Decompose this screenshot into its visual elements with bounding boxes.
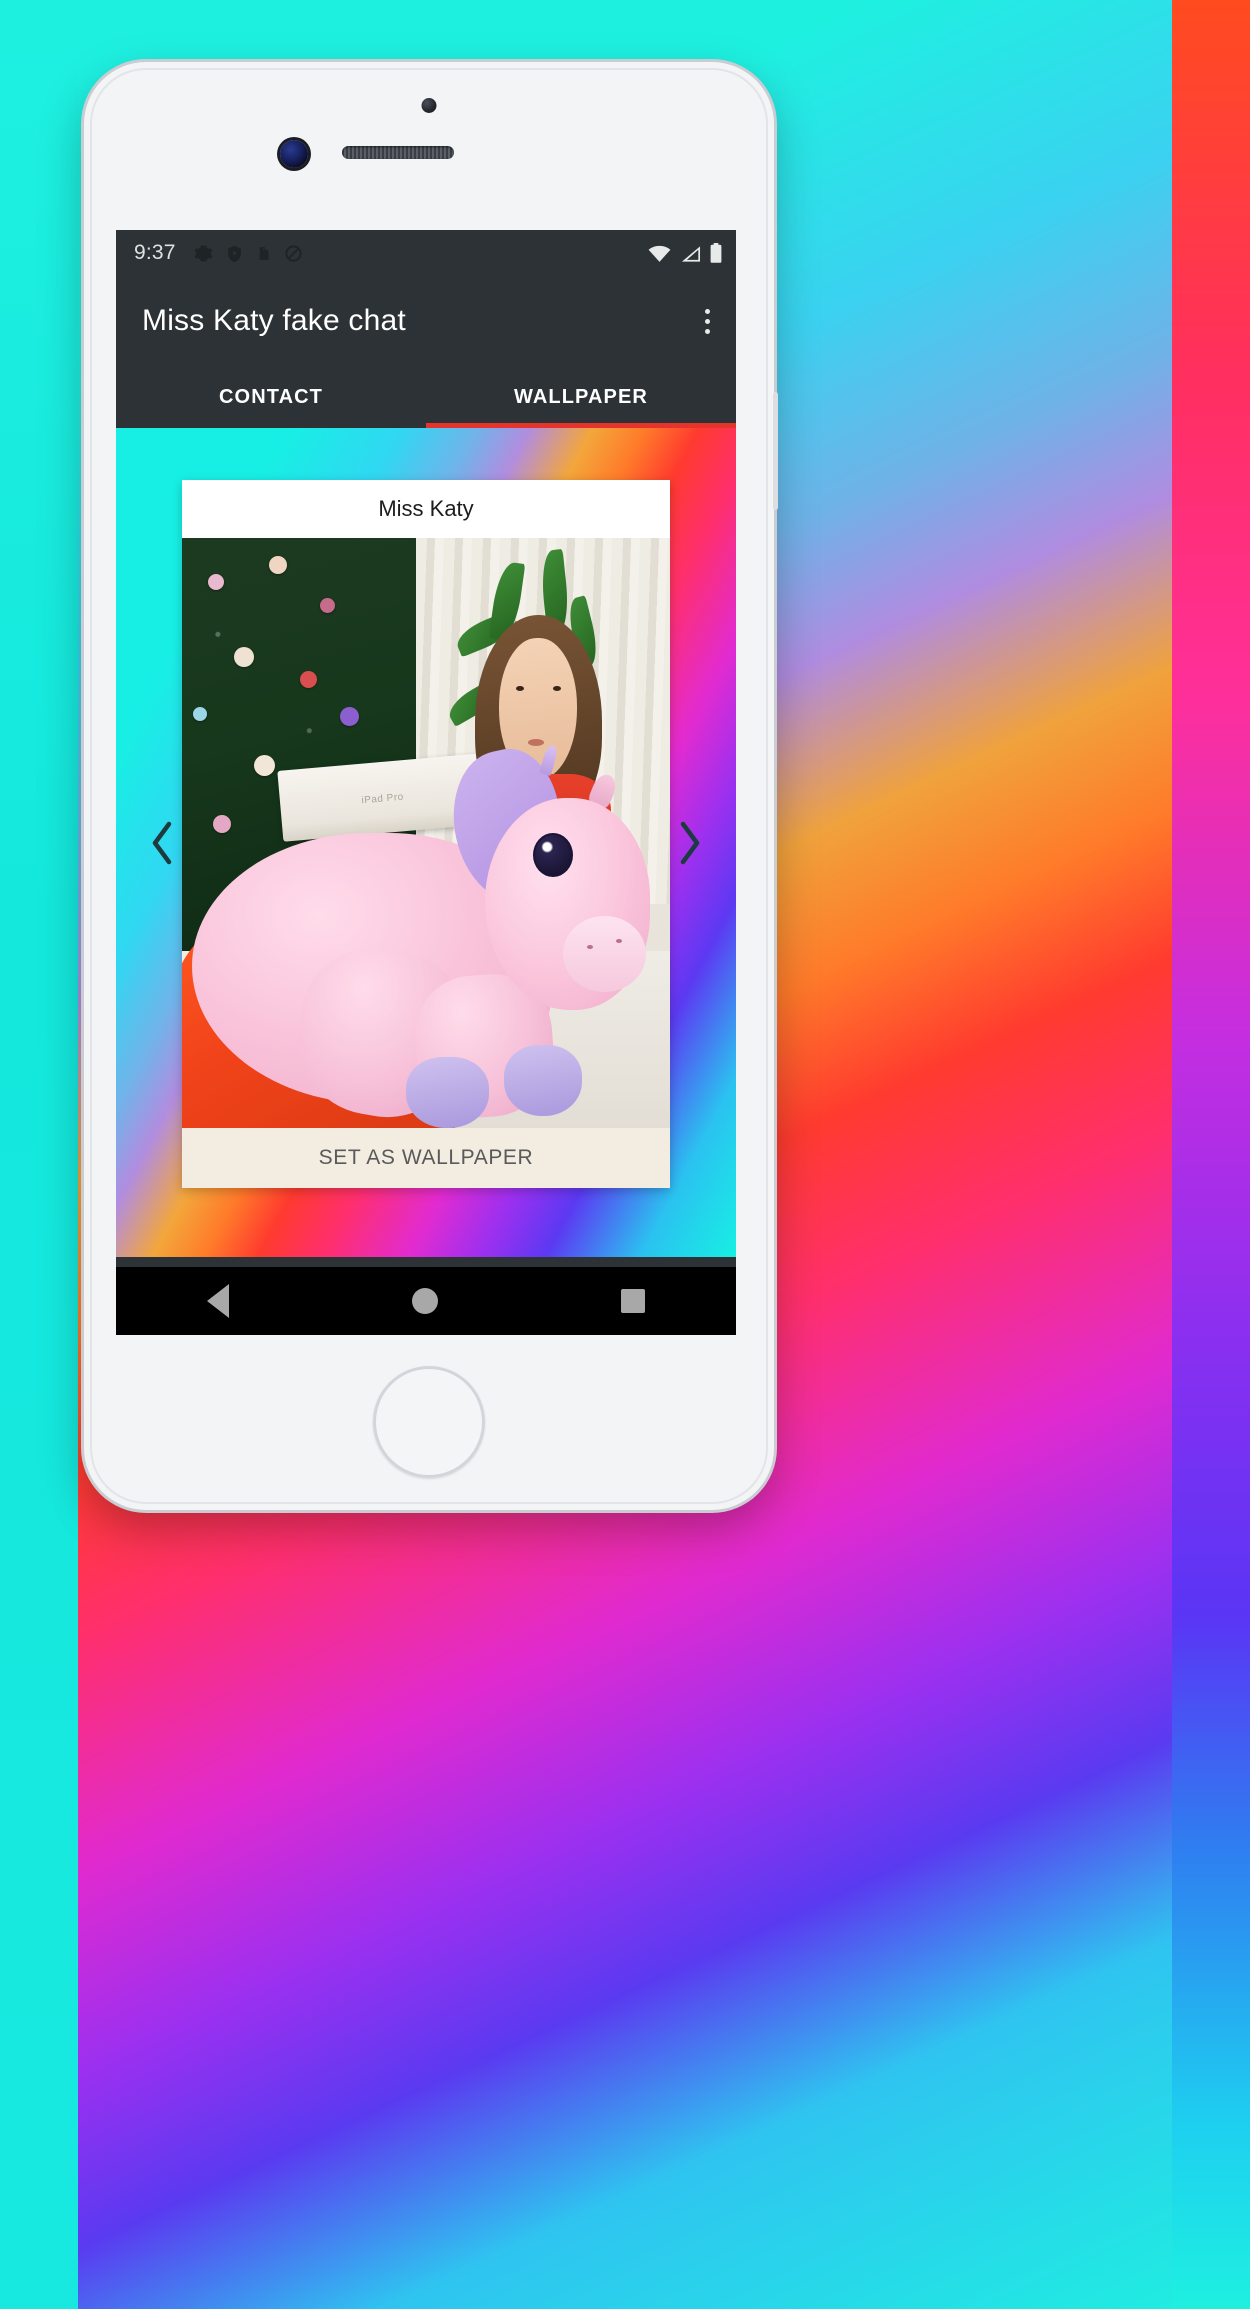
page-title: Miss Katy fake chat	[142, 304, 406, 337]
phone-side-button	[773, 392, 778, 510]
kebab-dot	[704, 308, 710, 314]
status-left-icons	[194, 244, 303, 263]
play-protect-shield-icon	[227, 245, 241, 262]
circle-home-icon[interactable]	[411, 1288, 438, 1314]
front-sensor-icon	[421, 98, 437, 113]
wallpaper-card[interactable]: Miss Katy iPad Pro SET AS WALLPAPER	[182, 480, 670, 1188]
tab-wallpaper-label: WALLPAPER	[514, 385, 648, 408]
phone-screen: 9:37 Miss Katy fake chat CONTACT WALLPAP…	[116, 230, 736, 1335]
tab-contact[interactable]: CONTACT	[116, 366, 426, 428]
status-time: 9:37	[134, 241, 176, 264]
status-bar: 9:37	[116, 230, 736, 276]
kebab-dot	[704, 328, 710, 334]
background-left-stripe	[0, 0, 78, 2309]
photo-box-label: iPad Pro	[360, 791, 404, 807]
do-not-disturb-icon	[285, 244, 302, 262]
wallpaper-card-title: Miss Katy	[182, 480, 670, 538]
square-recents-icon[interactable]	[620, 1289, 645, 1313]
wallpaper-page: Miss Katy iPad Pro SET AS WALLPAPER	[116, 428, 736, 1257]
photo-unicorn-hoof	[406, 1057, 490, 1128]
status-right-icons	[648, 243, 722, 263]
chevron-right-icon	[680, 821, 700, 864]
earpiece-speaker	[342, 146, 454, 159]
photo-girl-eye	[552, 685, 561, 691]
sd-card-icon	[259, 246, 269, 260]
front-camera-icon	[280, 140, 308, 168]
kebab-menu-icon[interactable]	[690, 299, 724, 343]
bottom-thin-bar	[116, 1257, 736, 1267]
cellular-signal-icon	[681, 246, 701, 262]
kebab-dot	[704, 318, 710, 324]
android-nav-bar	[116, 1267, 736, 1335]
carousel-next-button[interactable]	[666, 813, 712, 873]
battery-icon	[710, 243, 722, 263]
home-button[interactable]	[373, 1366, 485, 1478]
photo-girl-eye	[516, 685, 525, 691]
set-as-wallpaper-button[interactable]: SET AS WALLPAPER	[182, 1128, 670, 1188]
wifi-icon	[648, 245, 671, 262]
photo-unicorn-muzzle	[562, 915, 646, 993]
chevron-left-icon	[152, 821, 172, 864]
app-bar: Miss Katy fake chat	[116, 276, 736, 366]
screenshot-stage: 9:37 Miss Katy fake chat CONTACT WALLPAP…	[0, 0, 1250, 2309]
triangle-back-icon[interactable]	[207, 1284, 230, 1318]
photo-girl-mouth	[528, 738, 545, 746]
tab-contact-label: CONTACT	[219, 385, 323, 408]
tab-wallpaper[interactable]: WALLPAPER	[426, 366, 736, 428]
phone-mockup: 9:37 Miss Katy fake chat CONTACT WALLPAP…	[84, 62, 778, 1510]
gear-icon	[194, 245, 213, 261]
set-as-wallpaper-label: SET AS WALLPAPER	[318, 1146, 534, 1169]
carousel-prev-button[interactable]	[140, 813, 186, 873]
background-right-stripe	[1172, 0, 1250, 2309]
wallpaper-photo: iPad Pro	[182, 538, 670, 1128]
photo-unicorn-hoof	[504, 1045, 583, 1117]
tab-bar: CONTACT WALLPAPER	[116, 366, 736, 428]
